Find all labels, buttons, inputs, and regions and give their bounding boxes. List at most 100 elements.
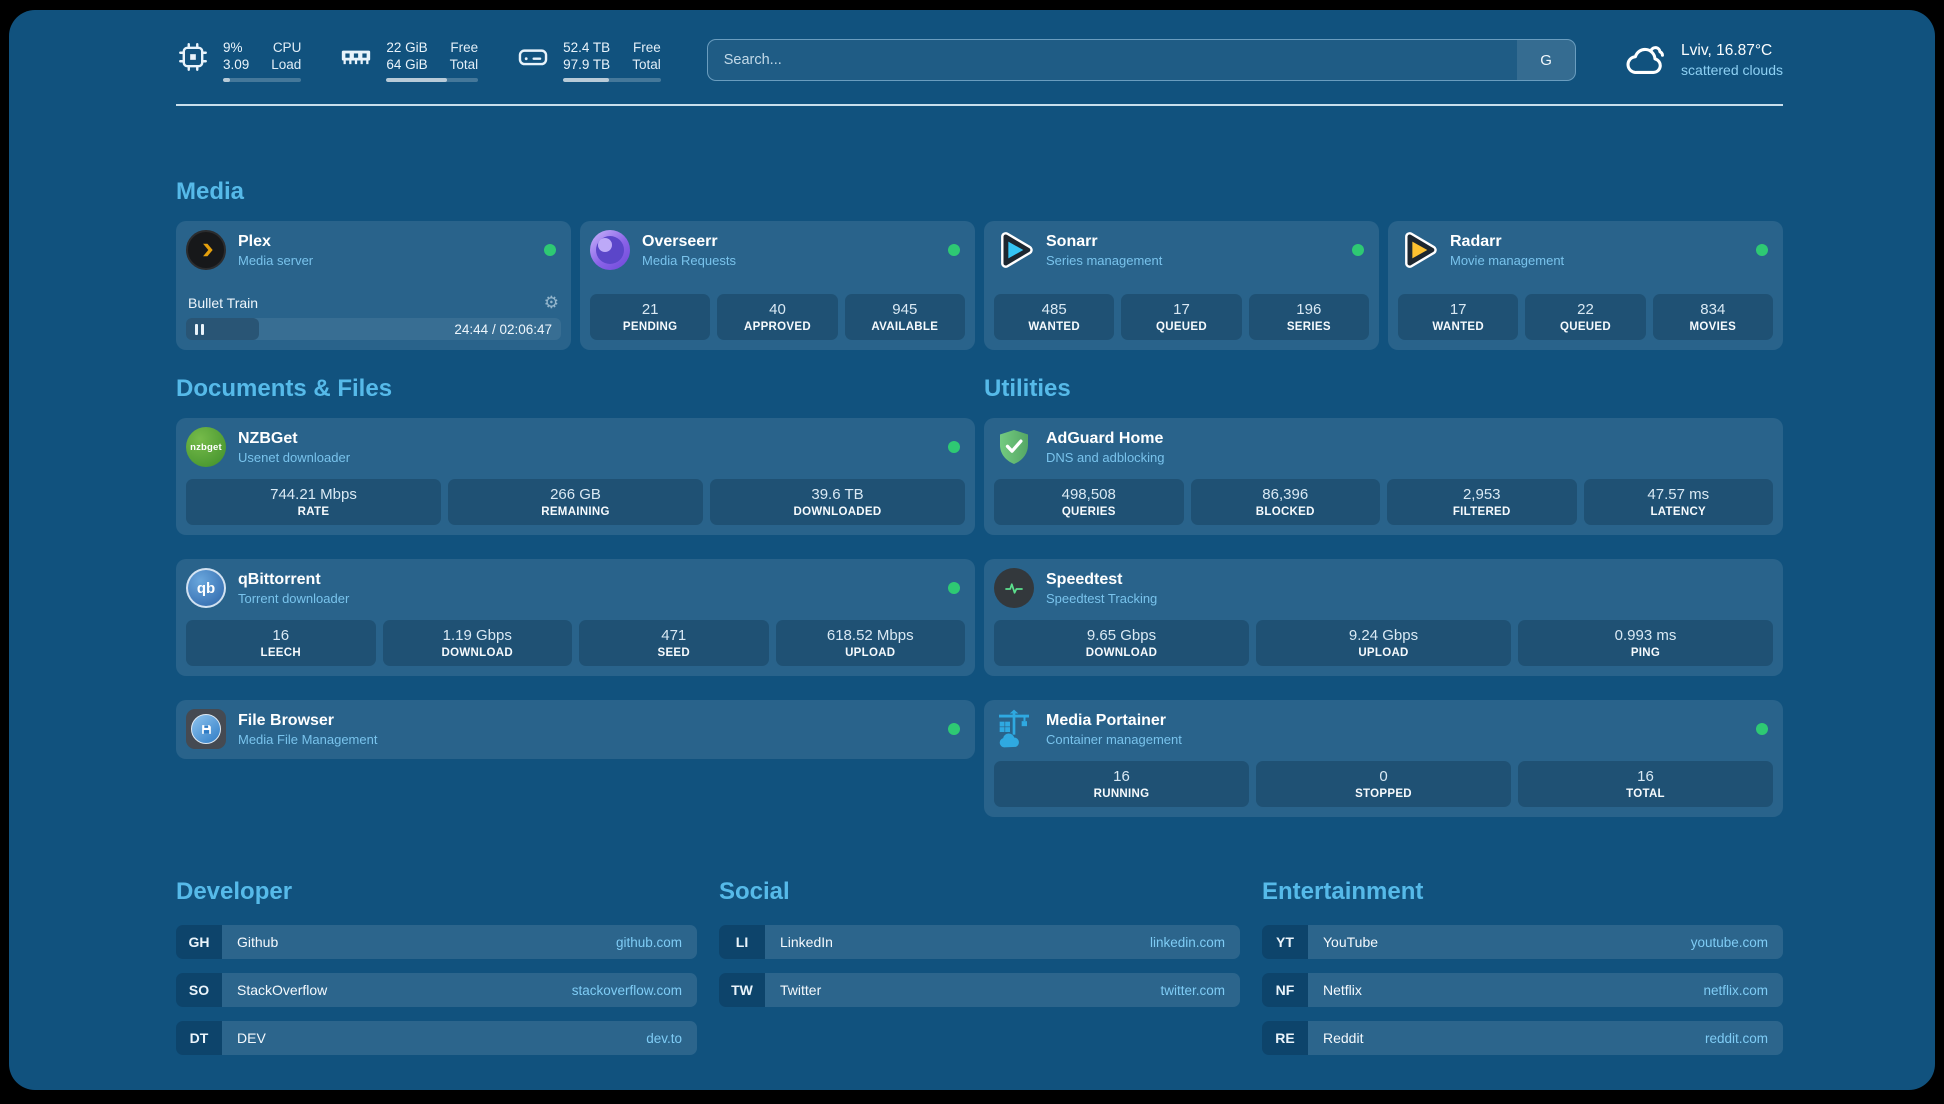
stat-block: 39.6 TB DOWNLOADED <box>710 479 965 525</box>
section-utilities: Utilities AdGuard Home <box>984 374 1783 817</box>
disk-widget: 52.4 TB Free 97.9 TB Total <box>516 39 661 82</box>
stat-block: 86,396 BLOCKED <box>1191 479 1381 525</box>
stat-value: 196 <box>1251 300 1367 319</box>
service-card-filebrowser[interactable]: File Browser Media File Management <box>176 700 975 759</box>
section-title-social: Social <box>719 877 1240 907</box>
sonarr-stats: 485WANTED 17QUEUED 196SERIES <box>994 282 1369 340</box>
cpu-progress-fill <box>223 78 230 82</box>
bookmark-stackoverflow[interactable]: SO StackOverflowstackoverflow.com <box>176 973 697 1007</box>
two-column-sections: Documents & Files nzbget NZBGet Usenet d… <box>176 374 1783 817</box>
service-card-speedtest[interactable]: Speedtest Speedtest Tracking 9.65 GbpsDO… <box>984 559 1783 676</box>
bookmark-domain: reddit.com <box>1705 1031 1768 1046</box>
service-title: Radarr <box>1450 232 1744 252</box>
playback-progress-bar[interactable]: 24:44 / 02:06:47 <box>186 318 561 340</box>
search-provider-button[interactable]: G <box>1517 40 1575 80</box>
settings-gear-icon[interactable] <box>544 294 559 311</box>
stat-block: 1.19 Gbps DOWNLOAD <box>383 620 573 666</box>
stat-label: DOWNLOADED <box>712 506 963 518</box>
now-playing-title: Bullet Train <box>188 295 258 311</box>
bookmark-reddit[interactable]: RE Redditreddit.com <box>1262 1021 1783 1055</box>
bookmark-twitter[interactable]: TW Twittertwitter.com <box>719 973 1240 1007</box>
sonarr-icon <box>994 230 1034 270</box>
adguard-card-header: AdGuard Home DNS and adblocking <box>994 427 1773 467</box>
cloud-icon <box>1622 37 1668 83</box>
nzbget-card-header: nzbget NZBGet Usenet downloader <box>186 427 965 467</box>
dashboard-content: 9% CPU 3.09 Load <box>9 10 1935 1090</box>
bookmark-name: Github <box>237 934 278 950</box>
stat-label: MOVIES <box>1655 321 1771 333</box>
top-bar: 9% CPU 3.09 Load <box>176 37 1783 83</box>
bookmark-linkedin[interactable]: LI LinkedInlinkedin.com <box>719 925 1240 959</box>
stat-block: 47.57 msLATENCY <box>1584 479 1774 525</box>
memory-free-value: 22 GiB <box>386 39 427 56</box>
stat-block: 16LEECH <box>186 620 376 666</box>
service-subtitle: DNS and adblocking <box>1046 449 1773 466</box>
stat-value: 17 <box>1123 300 1239 319</box>
stat-value: 0 <box>1258 767 1509 786</box>
stat-label: DOWNLOAD <box>996 647 1247 659</box>
stat-label: SEED <box>581 647 767 659</box>
memory-widget: 22 GiB Free 64 GiB Total <box>339 39 478 82</box>
section-title-entertainment: Entertainment <box>1262 877 1783 907</box>
stat-block: 485WANTED <box>994 294 1114 340</box>
bookmark-github[interactable]: GH Githubgithub.com <box>176 925 697 959</box>
bookmarks-developer: Developer GH Githubgithub.com SO StackOv… <box>176 877 697 1069</box>
nzbget-icon: nzbget <box>186 427 226 467</box>
bookmark-dev[interactable]: DT DEVdev.to <box>176 1021 697 1055</box>
service-card-overseerr[interactable]: Overseerr Media Requests 21PENDING 40APP… <box>580 221 975 350</box>
bookmark-youtube[interactable]: YT YouTubeyoutube.com <box>1262 925 1783 959</box>
stat-value: 39.6 TB <box>712 485 963 504</box>
stat-label: RATE <box>188 506 439 518</box>
media-cards-row: Plex Media server Bullet Train <box>176 221 1783 350</box>
stat-value: 498,508 <box>996 485 1182 504</box>
bookmark-netflix[interactable]: NF Netflixnetflix.com <box>1262 973 1783 1007</box>
stat-block: 21PENDING <box>590 294 710 340</box>
stat-label: DOWNLOAD <box>385 647 571 659</box>
section-title-utilities: Utilities <box>984 374 1783 404</box>
bookmark-name: YouTube <box>1323 934 1378 950</box>
service-card-radarr[interactable]: Radarr Movie management 17WANTED 22QUEUE… <box>1388 221 1783 350</box>
stat-label: BLOCKED <box>1193 506 1379 518</box>
service-card-qbittorrent[interactable]: qb qBittorrent Torrent downloader 16LEEC… <box>176 559 975 676</box>
stat-label: TOTAL <box>1520 788 1771 800</box>
status-dot <box>1756 244 1768 256</box>
pause-icon[interactable] <box>195 324 204 335</box>
plex-card-header: Plex Media server <box>186 230 561 270</box>
service-subtitle: Movie management <box>1450 252 1744 269</box>
stat-value: 471 <box>581 626 767 645</box>
stat-label: STOPPED <box>1258 788 1509 800</box>
service-card-nzbget[interactable]: nzbget NZBGet Usenet downloader 744.21 M… <box>176 418 975 535</box>
radarr-stats: 17WANTED 22QUEUED 834MOVIES <box>1398 282 1773 340</box>
bookmark-abbr: DT <box>176 1021 222 1055</box>
stat-value: 16 <box>996 767 1247 786</box>
disk-total-value: 97.9 TB <box>563 56 610 73</box>
service-card-plex[interactable]: Plex Media server Bullet Train <box>176 221 571 350</box>
qbittorrent-card-header: qb qBittorrent Torrent downloader <box>186 568 965 608</box>
stat-label: RUNNING <box>996 788 1247 800</box>
stat-block: 945AVAILABLE <box>845 294 965 340</box>
cpu-usage-label: CPU <box>271 39 301 56</box>
stat-label: UPLOAD <box>778 647 964 659</box>
stat-value: 1.19 Gbps <box>385 626 571 645</box>
stat-value: 9.65 Gbps <box>996 626 1247 645</box>
search-input[interactable] <box>708 40 1517 80</box>
bookmarks-social: Social LI LinkedInlinkedin.com TW Twitte… <box>719 877 1240 1021</box>
service-title: qBittorrent <box>238 570 936 590</box>
stat-value: 86,396 <box>1193 485 1379 504</box>
bookmark-abbr: YT <box>1262 925 1308 959</box>
service-title: NZBGet <box>238 429 936 449</box>
overseerr-stats: 21PENDING 40APPROVED 945AVAILABLE <box>590 282 965 340</box>
stat-value: 9.24 Gbps <box>1258 626 1509 645</box>
service-card-sonarr[interactable]: Sonarr Series management 485WANTED 17QUE… <box>984 221 1379 350</box>
filebrowser-icon <box>186 709 226 749</box>
service-subtitle: Usenet downloader <box>238 449 936 466</box>
stat-value: 744.21 Mbps <box>188 485 439 504</box>
stat-block: 618.52 MbpsUPLOAD <box>776 620 966 666</box>
stat-block: 2,953FILTERED <box>1387 479 1577 525</box>
stat-value: 16 <box>1520 767 1771 786</box>
stat-label: LATENCY <box>1586 506 1772 518</box>
service-card-adguard[interactable]: AdGuard Home DNS and adblocking 498,508Q… <box>984 418 1783 535</box>
qbittorrent-stats: 16LEECH 1.19 Gbps DOWNLOAD 471 SEED 618.52… <box>186 608 965 666</box>
service-card-portainer[interactable]: Media Portainer Container management 16R… <box>984 700 1783 817</box>
bookmarks-entertainment: Entertainment YT YouTubeyoutube.com NF N… <box>1262 877 1783 1069</box>
